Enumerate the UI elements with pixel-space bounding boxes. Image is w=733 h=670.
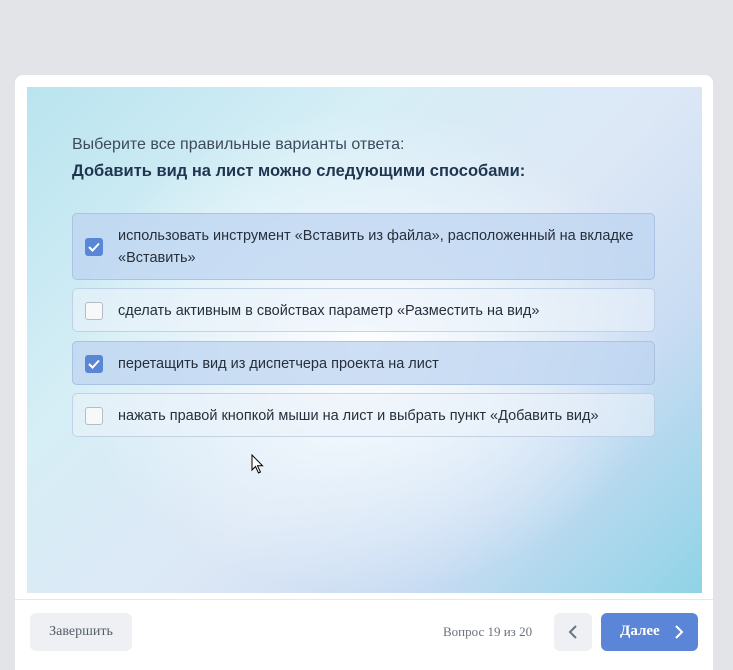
checkbox-checked[interactable] [85,355,103,373]
quiz-card: Выберите все правильные варианты ответа:… [15,75,713,670]
finish-button[interactable]: Завершить [30,613,132,651]
answer-option-label: сделать активным в свойствах параметр «Р… [118,303,540,319]
question-counter: Вопрос 19 из 20 [443,624,533,639]
next-button-label: Далее [620,623,660,639]
question-title: Добавить вид на лист можно следующими сп… [72,162,526,180]
question-panel: Выберите все правильные варианты ответа:… [27,87,702,593]
answer-option-1[interactable]: использовать инструмент «Вставить из фай… [72,213,655,280]
chevron-right-icon [675,625,684,639]
chevron-left-icon [568,625,577,639]
answer-option-4[interactable]: нажать правой кнопкой мыши на лист и выб… [72,393,655,437]
answer-option-label: перетащить вид из диспетчера проекта на … [118,356,439,372]
checkmark-icon [88,359,100,369]
answer-option-3[interactable]: перетащить вид из диспетчера проекта на … [72,341,655,385]
mouse-pointer-icon [251,454,264,474]
footer-divider [15,599,713,600]
checkbox-unchecked[interactable] [85,302,103,320]
answer-option-2[interactable]: сделать активным в свойствах параметр «Р… [72,288,655,332]
answer-option-label: использовать инструмент «Вставить из фай… [118,228,634,266]
previous-button[interactable] [554,613,592,651]
checkmark-icon [88,242,100,252]
answer-option-label: нажать правой кнопкой мыши на лист и выб… [118,408,599,424]
checkbox-checked[interactable] [85,238,103,256]
next-button[interactable]: Далее [601,613,698,651]
checkbox-unchecked[interactable] [85,407,103,425]
instruction-text: Выберите все правильные варианты ответа: [72,136,405,153]
